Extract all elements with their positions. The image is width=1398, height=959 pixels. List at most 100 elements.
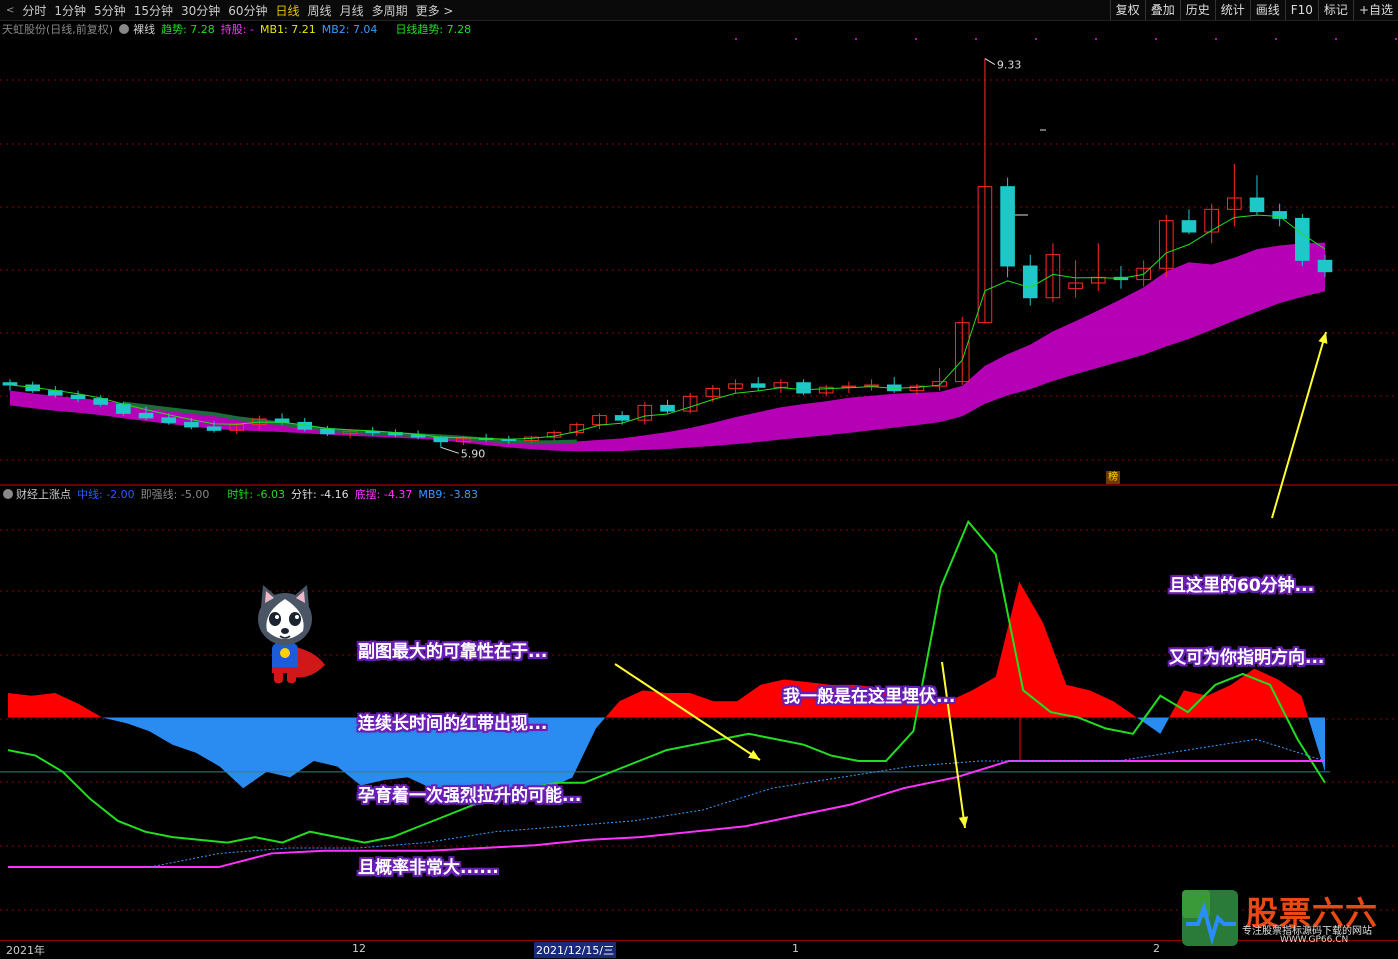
x-tick-label: 12 xyxy=(352,942,366,955)
indicator-menu-icon[interactable] xyxy=(3,489,13,499)
husky-mascot-icon xyxy=(258,585,325,683)
annotation-note-1: 副图最大的可靠性在于... 连续长时间的红带出现... 孕育着一次强烈拉升的可能… xyxy=(358,592,581,904)
sub-indicator-name[interactable]: 财经上涨点 xyxy=(16,486,71,502)
toolbar-button-6[interactable]: 标记 xyxy=(1317,0,1353,20)
period-tabs: < 分时 1分钟 5分钟 15分钟 30分钟 60分钟 日线 周线 月线 多周期 更多 > xyxy=(0,0,457,20)
mb-band xyxy=(10,242,1325,452)
top-marker-dot xyxy=(1035,38,1037,40)
bottom-swing-value: 底摆: -4.37 xyxy=(354,488,413,501)
high-price-label: 9.33 xyxy=(997,59,1022,72)
top-marker-dot xyxy=(1395,38,1397,40)
toolbar-button-1[interactable]: 叠加 xyxy=(1144,0,1180,20)
top-marker-dot xyxy=(975,38,977,40)
candle-down xyxy=(1317,259,1333,273)
indicator-subchart[interactable] xyxy=(0,519,1330,869)
tab-period-1[interactable]: 1分钟 xyxy=(54,2,86,19)
annotation-line: 且这里的60分钟... xyxy=(1169,576,1315,596)
candle-down xyxy=(138,412,154,419)
x-tick-label: 2 xyxy=(1153,942,1160,955)
watermark-logo: 股票六六 专注股票指标源码下载的网站 WWW.GP66.CN xyxy=(1180,888,1390,948)
annotation-note-3: 且这里的60分钟... 又可为你指明方向... xyxy=(1169,526,1324,694)
candle-down xyxy=(614,415,630,421)
daily-trend-value: 日线趋势: 7.28 xyxy=(395,23,472,36)
main-chart-info: 天虹股份(日线,前复权) 裸线 趋势: 7.28 持股: - MB1: 7.21… xyxy=(0,21,477,37)
bottom-swing-line xyxy=(8,760,1325,869)
toolbar-button-3[interactable]: 统计 xyxy=(1214,0,1250,20)
candle-down xyxy=(660,404,675,412)
high-price-pointer xyxy=(984,58,996,66)
back-arrow-icon[interactable]: < xyxy=(6,5,14,16)
low-price-pointer xyxy=(440,446,459,454)
top-marker-dot xyxy=(1155,38,1157,40)
candle-down xyxy=(1249,197,1265,213)
tab-period-2[interactable]: 5分钟 xyxy=(94,2,126,19)
x-tick-label: 2021年 xyxy=(6,944,45,957)
tab-period-4[interactable]: 30分钟 xyxy=(181,2,220,19)
hour-needle-red-area xyxy=(8,581,1325,718)
low-price-label: 5.90 xyxy=(461,447,486,460)
candle-down xyxy=(184,421,199,428)
arrow-to-bottom-head xyxy=(958,816,969,828)
toolbar: < 分时 1分钟 5分钟 15分钟 30分钟 60分钟 日线 周线 月线 多周期 更多 > 复权 叠加… xyxy=(0,0,1398,21)
chart-canvas[interactable]: 9.33 5.90 xyxy=(0,0,1398,958)
indicator-name[interactable]: 裸线 xyxy=(133,21,155,37)
tab-period-9[interactable]: 多周期 xyxy=(372,2,408,19)
x-cursor-date: 2021/12/15/三 xyxy=(534,942,617,958)
candle-down xyxy=(1295,217,1310,261)
top-marker-dot xyxy=(855,38,857,40)
candle-down xyxy=(1022,265,1038,299)
toolbar-button-5[interactable]: F10 xyxy=(1284,0,1318,20)
toolbar-button-4[interactable]: 画线 xyxy=(1249,0,1285,20)
hour-needle-value: 时针: -6.03 xyxy=(227,488,286,501)
annotation-line: 孕育着一次强烈拉升的可能... xyxy=(358,786,582,806)
annotation-note-2: 我一般是在这里埋伏... xyxy=(783,637,955,733)
toolbar-button-7[interactable]: +自选 xyxy=(1352,0,1398,20)
top-marker-dot xyxy=(1335,38,1337,40)
top-marker-dot xyxy=(1275,38,1277,40)
main-price-chart[interactable]: 9.33 5.90 xyxy=(2,58,1333,461)
tab-period-3[interactable]: 15分钟 xyxy=(134,2,173,19)
annotation-line: 且概率非常大...... xyxy=(358,858,499,878)
annotation-line: 副图最大的可靠性在于... xyxy=(358,642,548,662)
candle-down xyxy=(320,428,335,435)
candle-down xyxy=(206,426,222,431)
grid-lines xyxy=(0,38,1398,911)
toolbar-button-2[interactable]: 历史 xyxy=(1179,0,1215,20)
tab-period-0[interactable]: 分时 xyxy=(22,2,46,19)
stock-title[interactable]: 天虹股份(日线,前复权) xyxy=(2,21,113,37)
site-logo-icon xyxy=(1182,890,1238,946)
candle-down xyxy=(70,394,86,400)
watermark-url: WWW.GP66.CN xyxy=(1280,935,1349,945)
top-marker-dot xyxy=(795,38,797,40)
candle-down xyxy=(1181,220,1197,233)
top-marker-dot xyxy=(915,38,917,40)
arrow-to-last-candle xyxy=(1271,331,1327,519)
minute-needle-line xyxy=(7,519,1326,844)
ranking-badge[interactable]: 榜 xyxy=(1106,471,1120,484)
mb1-value: MB1: 7.21 xyxy=(259,22,316,36)
tab-period-8[interactable]: 月线 xyxy=(340,2,364,19)
indicator-menu-icon[interactable] xyxy=(119,24,130,34)
toolbar-right-buttons: 复权 叠加 历史 统计 画线 F10 标记 +自选 xyxy=(1109,0,1398,20)
candle-down xyxy=(161,417,177,423)
candle-down xyxy=(1272,211,1287,219)
tab-period-6[interactable]: 日线 xyxy=(276,2,300,19)
toolbar-button-0[interactable]: 复权 xyxy=(1109,0,1145,20)
hold-value: 持股: - xyxy=(220,23,254,36)
minute-needle-value: 分针: -4.16 xyxy=(291,488,349,501)
arrow-to-last-candle-head xyxy=(1318,332,1328,344)
arrow-to-red-band-head xyxy=(748,750,760,760)
mb2-value: MB2: 7.04 xyxy=(321,22,378,36)
tab-period-7[interactable]: 周线 xyxy=(308,2,332,19)
tab-period-5[interactable]: 60分钟 xyxy=(228,2,267,19)
tab-period-10[interactable]: 更多 > xyxy=(416,2,454,19)
candle-down xyxy=(796,382,811,394)
top-marker-dot xyxy=(735,38,737,40)
top-marker-dot xyxy=(1215,38,1217,40)
annotation-line: 连续长时间的红带出现... xyxy=(358,714,548,734)
annotation-line: 我一般是在这里埋伏... xyxy=(783,687,956,707)
candle-down xyxy=(2,382,18,386)
candle-down xyxy=(1000,186,1015,267)
annotation-line: 又可为你指明方向... xyxy=(1169,648,1325,668)
gauge-line-value: 即强线: -5.00 xyxy=(140,488,210,501)
